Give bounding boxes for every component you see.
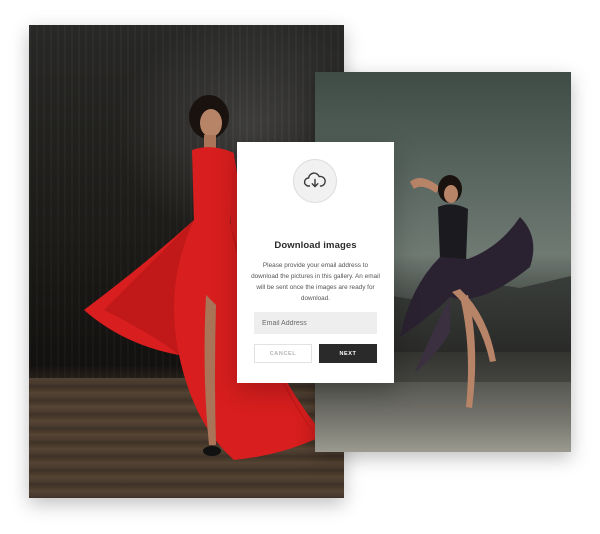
cancel-button[interactable]: CANCEL [254, 344, 312, 363]
gallery-stage: Download images Please provide your emai… [0, 0, 600, 534]
cloud-download-icon [303, 172, 326, 188]
next-button[interactable]: NEXT [319, 344, 377, 363]
download-icon-badge [293, 159, 337, 203]
modal-description: Please provide your email address to dow… [251, 262, 380, 302]
modal-title: Download images [274, 240, 357, 251]
email-field[interactable] [254, 312, 377, 334]
woman-dancing-figure [400, 175, 534, 408]
download-modal: Download images Please provide your emai… [237, 142, 394, 383]
